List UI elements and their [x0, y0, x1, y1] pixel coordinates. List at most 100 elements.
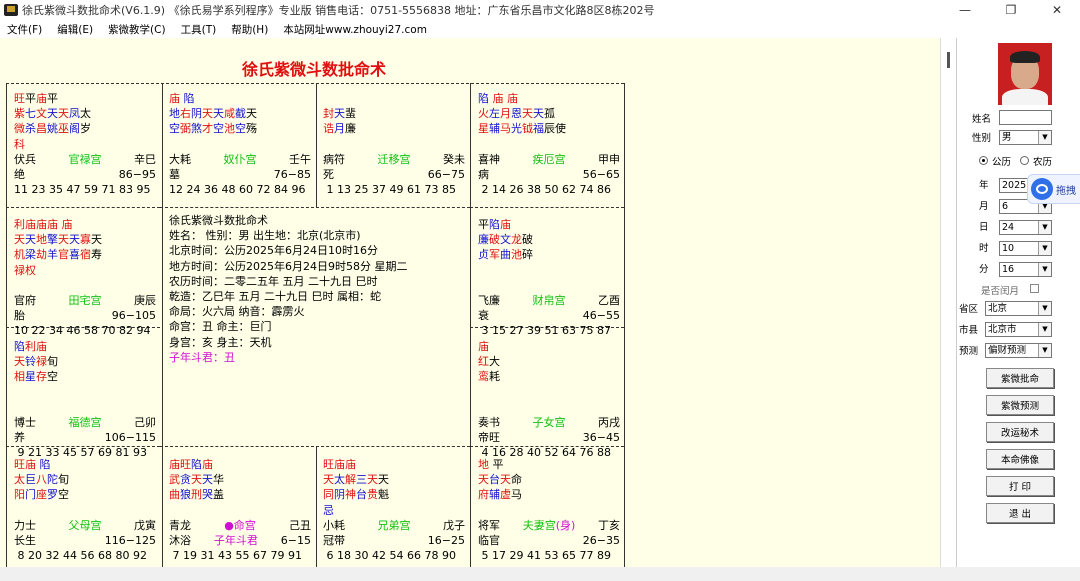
stars-row: 天铃禄旬	[14, 355, 58, 369]
center-info: 徐氏紫微斗数批命术 姓名： 性别：男 出生地：北京(北京市) 北京时间：公历2025…	[169, 213, 407, 365]
palace-name[interactable]: 兄弟宫	[378, 518, 411, 533]
stars-row	[478, 503, 620, 518]
brightness-row: 陷 庙 庙	[478, 92, 518, 105]
palace-name[interactable]: 福德宫	[69, 415, 102, 430]
palace-wei: 封天蜚 诰月廉 病符 迁移宫 癸未死 66−75 1 13 25 37 49 61 73 …	[323, 91, 465, 215]
center-line: 命宫：丑 命主：巨门	[169, 320, 272, 334]
chevron-down-icon: ▼	[1038, 131, 1051, 144]
vertical-scrollbar[interactable]	[940, 38, 956, 567]
palace-header-row: 病符 迁移宫 癸未	[323, 152, 465, 167]
province-select[interactable]: 北京 ▼	[985, 301, 1052, 316]
leap-month-checkbox[interactable]	[1030, 284, 1039, 293]
stars-row: 太巨八陀旬	[14, 473, 69, 487]
age-numbers: 10 22 34 46 58 70 82 94	[14, 324, 151, 338]
god-name: 青龙	[169, 518, 191, 532]
palace-name[interactable]: 田宅宫	[69, 293, 102, 308]
stars-row	[169, 137, 311, 152]
floating-drag-widget[interactable]: 拖拽	[1027, 174, 1080, 204]
chevron-down-icon: ▼	[1038, 323, 1051, 336]
palace-name[interactable]: 官禄宫	[69, 152, 102, 167]
window-title: 徐氏紫微斗数批命术(V6.1.9) 《徐氏易学系列程序》专业版 销售电话：075…	[22, 4, 655, 17]
ganzhi: 戊子	[443, 518, 465, 532]
stars-row: 阳门座罗空	[14, 488, 69, 502]
menu-edit[interactable]: 编辑(E)	[57, 22, 93, 37]
age-range: 16−25	[427, 533, 465, 547]
menu-bar: 文件(F) 编辑(E) 紫微教学(C) 工具(T) 帮助(H) 本站网址www.…	[0, 20, 1080, 38]
change-luck-button[interactable]: 改运秘术	[986, 422, 1054, 442]
predict-select[interactable]: 偏财预测 ▼	[985, 343, 1052, 358]
ziwei-predict-button[interactable]: 紫微预测	[986, 395, 1054, 415]
palace-header-row: 飞廉 财帛宫 乙酉	[478, 293, 620, 308]
ganzhi: 丁亥	[598, 518, 620, 532]
city-select[interactable]: 北京市 ▼	[985, 322, 1052, 337]
stars-row: 同阴神台贵魁	[323, 488, 389, 502]
day-select[interactable]: 24 ▼	[999, 220, 1052, 235]
palace-name[interactable]: ●命宫	[224, 518, 256, 533]
stars-row: 府辅虚马	[478, 488, 522, 502]
palace-name[interactable]: 夫妻宫(身)	[523, 518, 576, 533]
age-numbers: 8 20 32 44 56 68 80 92	[14, 549, 147, 563]
leap-month-label: 是否闰月	[981, 286, 1020, 297]
input-panel: 姓名 性别 男 ▼ 公历 农历 年 2025 ▼ 月 6 ▼ 日 24 ▼ 时 …	[956, 38, 1080, 567]
stars-row: 鸾耗	[478, 370, 500, 384]
minute-label: 分	[979, 264, 989, 275]
stars-row	[169, 503, 311, 518]
stage-row: 养 106−115	[14, 430, 156, 445]
name-input[interactable]	[999, 110, 1052, 125]
grid-line	[160, 446, 470, 447]
god-name: 博士	[14, 415, 36, 429]
brightness-row	[323, 91, 465, 106]
life-stage: 养	[14, 430, 25, 444]
menu-help[interactable]: 帮助(H)	[231, 22, 268, 37]
print-button[interactable]: 打 印	[986, 476, 1054, 496]
name-label: 姓名	[972, 114, 992, 125]
stars-row: 火左月恩天天孤	[478, 107, 555, 121]
brightness-row: 平陷庙	[478, 218, 511, 231]
maximize-icon[interactable]: ❐	[988, 0, 1034, 20]
life-stage: 长生	[14, 533, 36, 547]
center-line: 姓名： 性别：男 出生地：北京(北京市)	[169, 229, 361, 243]
palace-name[interactable]: 父母宫	[69, 518, 102, 533]
city-label: 市县	[959, 325, 979, 336]
god-name: 官府	[14, 293, 36, 307]
minimize-icon[interactable]: —	[942, 0, 988, 20]
dou-jun-label: 子年斗君	[213, 533, 258, 547]
cloud-icon	[1031, 178, 1053, 200]
god-name: 大耗	[169, 152, 191, 166]
palace-name[interactable]: 财帛宫	[533, 293, 566, 308]
chart-area: 徐氏紫微斗数批命术 旺平庙平 紫七文天天凤太 微杀昌姚巫阁岁科伏兵 官禄宫 辛巳绝 86−…	[0, 38, 940, 567]
grid-line	[470, 83, 471, 567]
exit-button[interactable]: 退 出	[986, 503, 1054, 523]
day-label: 日	[979, 222, 989, 233]
stars-row	[478, 385, 620, 400]
palace-name[interactable]: 奴仆宫	[224, 152, 257, 167]
lunar-radio[interactable]	[1020, 156, 1029, 165]
menu-ziwei-teaching[interactable]: 紫微教学(C)	[108, 22, 166, 37]
ziwei-reading-button[interactable]: 紫微批命	[986, 368, 1054, 388]
palace-chen: 利庙庙庙 庙天天地擎天天寡天 机梁劫羊官喜宿寿 禄权 官府 田宅宫 庚辰胎 96−105 10…	[14, 217, 156, 341]
menu-file[interactable]: 文件(F)	[7, 22, 42, 37]
minute-select[interactable]: 16 ▼	[999, 262, 1052, 277]
palace-name[interactable]: 子女宫	[533, 415, 566, 430]
scroll-thumb[interactable]	[947, 52, 950, 68]
age-range: 36−45	[582, 430, 620, 444]
brightness-row: 旺平庙平	[14, 92, 58, 105]
gender-select[interactable]: 男 ▼	[999, 130, 1052, 145]
close-icon[interactable]: ✕	[1034, 0, 1080, 20]
palace-hai: 地 平天台天命 府辅虚马 将军 夫妻宫(身) 丁亥 临官 26−35 5 17 29 41 …	[478, 457, 620, 581]
menu-website[interactable]: 本站网址www.zhouyi27.com	[283, 22, 427, 37]
hour-select[interactable]: 10 ▼	[999, 241, 1052, 256]
palace-yin: 旺庙 陷太巨八陀旬 阳门座罗空 力士 父母宫 戊寅 长生 116−125 8 20 32 4…	[14, 457, 156, 581]
window-controls: — ❐ ✕	[942, 0, 1080, 20]
grid-line	[316, 446, 317, 567]
stage-row: 长生 116−125	[14, 533, 156, 548]
palace-name[interactable]: 迁移宫	[378, 152, 411, 167]
menu-tools[interactable]: 工具(T)	[181, 22, 217, 37]
god-name: 伏兵	[14, 152, 36, 166]
center-line: 命局：火六局 纳音：霹雳火	[169, 305, 305, 319]
buddha-image-button[interactable]: 本命佛像	[986, 449, 1054, 469]
palace-si: 旺平庙平 紫七文天天凤太 微杀昌姚巫阁岁科伏兵 官禄宫 辛巳绝 86−95 11 23 35…	[14, 91, 156, 215]
ganzhi: 甲申	[598, 152, 620, 166]
palace-name[interactable]: 疾厄宫	[533, 152, 566, 167]
solar-radio[interactable]	[979, 156, 988, 165]
